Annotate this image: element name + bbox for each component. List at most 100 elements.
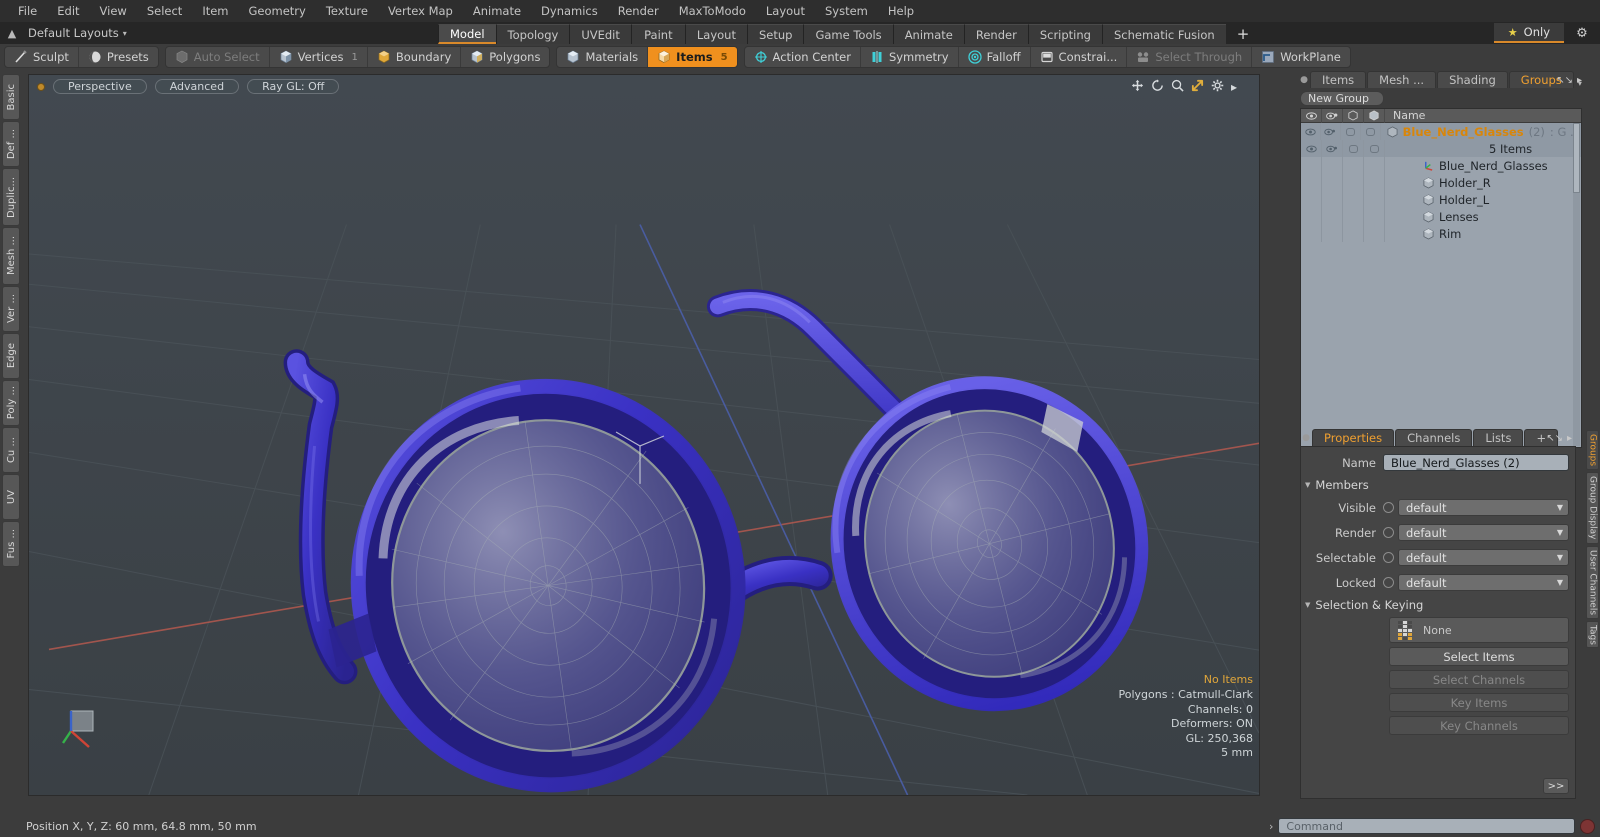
selectable-indicator[interactable]: [1383, 552, 1394, 563]
vtab-user-channels[interactable]: User Channels: [1586, 545, 1599, 619]
items-button[interactable]: Items 5: [648, 47, 737, 67]
tab-render[interactable]: Render: [963, 24, 1028, 44]
name-field[interactable]: Blue_Nerd_Glasses (2): [1383, 454, 1569, 471]
row-lock-toggle[interactable]: [1364, 174, 1385, 191]
fit-icon[interactable]: [1191, 79, 1204, 95]
viewport-shading-mode[interactable]: Advanced: [154, 79, 240, 94]
row-lock-toggle[interactable]: [1361, 123, 1381, 140]
layout-home-icon[interactable]: ▲: [0, 27, 24, 40]
row-visible-toggle[interactable]: [1301, 140, 1322, 157]
viewport-menu-dot[interactable]: [37, 82, 45, 91]
rotate-icon[interactable]: [1151, 79, 1164, 95]
vtab-group-display[interactable]: Group Display: [1586, 472, 1599, 544]
menu-item-edit[interactable]: Edit: [47, 2, 89, 20]
tool-tab-uv[interactable]: UV: [2, 474, 20, 520]
row-render-toggle[interactable]: [1322, 208, 1343, 225]
row-selectable-toggle[interactable]: [1343, 191, 1364, 208]
row-visible-toggle[interactable]: [1301, 225, 1322, 242]
tool-tab-duplicate[interactable]: Duplic...: [2, 168, 20, 226]
tab-topology[interactable]: Topology: [495, 24, 570, 44]
tool-tab-vertex[interactable]: Ver ...: [2, 286, 20, 332]
tab-shading[interactable]: Shading: [1437, 71, 1508, 88]
record-icon[interactable]: [1580, 818, 1595, 834]
tab-animate[interactable]: Animate: [892, 24, 964, 44]
locked-indicator[interactable]: [1383, 577, 1394, 588]
auto-select-button[interactable]: Auto Select: [166, 47, 270, 67]
list-item[interactable]: Blue_Nerd_Glasses: [1301, 157, 1581, 174]
visible-indicator[interactable]: [1383, 502, 1394, 513]
menu-item-view[interactable]: View: [90, 2, 137, 20]
tab-paint[interactable]: Paint: [630, 24, 685, 44]
symmetry-button[interactable]: Symmetry: [861, 47, 959, 67]
menu-item-file[interactable]: File: [8, 2, 47, 20]
properties-expand-controls[interactable]: ↖↘ ▸: [1546, 433, 1572, 444]
menu-item-system[interactable]: System: [815, 2, 878, 20]
menu-item-help[interactable]: Help: [878, 2, 924, 20]
row-lock-toggle[interactable]: [1364, 225, 1385, 242]
menu-item-item[interactable]: Item: [192, 2, 238, 20]
constraint-button[interactable]: Constrai...: [1031, 47, 1128, 67]
render-dropdown[interactable]: default ▼: [1398, 524, 1569, 541]
render-indicator[interactable]: [1383, 527, 1394, 538]
tree-item[interactable]: Rim: [1385, 227, 1461, 241]
menu-item-maxtomodo[interactable]: MaxToModo: [669, 2, 756, 20]
gear-icon[interactable]: [1211, 79, 1224, 95]
expand-icon[interactable]: ↖↘: [1546, 433, 1563, 444]
group-row-name[interactable]: Blue_Nerd_Glasses (2) : G ...: [1381, 125, 1581, 139]
tool-tab-curve[interactable]: Cu ...: [2, 427, 20, 473]
only-toggle-button[interactable]: ★ Only: [1493, 23, 1564, 43]
table-row[interactable]: 5 Items: [1301, 140, 1581, 157]
key-channels-button[interactable]: Key Channels: [1389, 716, 1569, 735]
locked-dropdown[interactable]: default ▼: [1398, 574, 1569, 591]
chevron-right-icon[interactable]: ▸: [1231, 80, 1237, 94]
selection-set-dropdown[interactable]: None: [1389, 617, 1569, 643]
tool-tab-mesh[interactable]: Mesh ...: [2, 227, 20, 285]
viewport-3d[interactable]: Perspective Advanced Ray GL: Off ▸ No It…: [28, 74, 1260, 796]
action-center-button[interactable]: Action Center: [745, 47, 861, 67]
list-item[interactable]: Lenses: [1301, 208, 1581, 225]
tree-item[interactable]: Blue_Nerd_Glasses: [1385, 159, 1548, 173]
tool-tab-polygon[interactable]: Poly ...: [2, 380, 20, 426]
tab-scripting[interactable]: Scripting: [1027, 24, 1102, 44]
tab-layout[interactable]: Layout: [684, 24, 747, 44]
viewport-raygl-toggle[interactable]: Ray GL: Off: [247, 79, 340, 94]
tree-scrollbar[interactable]: [1573, 123, 1580, 446]
row-lock-toggle[interactable]: [1364, 157, 1385, 174]
tree-item[interactable]: Holder_L: [1385, 193, 1489, 207]
workplane-button[interactable]: WorkPlane: [1252, 47, 1350, 67]
tab-mesh[interactable]: Mesh ...: [1367, 71, 1437, 88]
row-visible-toggle[interactable]: [1301, 208, 1322, 225]
layout-selector-label[interactable]: Default Layouts: [24, 26, 119, 40]
more-options-button[interactable]: >>: [1543, 778, 1569, 794]
properties-menu-dot[interactable]: ●: [1300, 430, 1312, 446]
panel-expand-controls[interactable]: ↖↘ ▸: [1556, 75, 1582, 86]
row-render-toggle[interactable]: [1322, 140, 1343, 157]
tree-item[interactable]: Holder_R: [1385, 176, 1491, 190]
presets-button[interactable]: Presets: [79, 47, 158, 67]
cube-solid-icon[interactable]: [1364, 109, 1385, 123]
row-selectable-toggle[interactable]: [1343, 174, 1364, 191]
row-selectable-toggle[interactable]: [1343, 208, 1364, 225]
tab-model[interactable]: Model: [438, 24, 496, 44]
move-icon[interactable]: [1131, 79, 1144, 95]
list-item[interactable]: Rim: [1301, 225, 1581, 242]
selection-keying-section-header[interactable]: ▼ Selection & Keying: [1305, 597, 1575, 613]
render-icon[interactable]: [1322, 109, 1343, 123]
vtab-groups[interactable]: Groups: [1586, 430, 1599, 471]
visible-dropdown[interactable]: default ▼: [1398, 499, 1569, 516]
row-selectable-toggle[interactable]: [1343, 140, 1364, 157]
list-item[interactable]: Holder_R: [1301, 174, 1581, 191]
add-tab-button[interactable]: +: [1226, 24, 1261, 44]
members-section-header[interactable]: ▼ Members: [1305, 477, 1575, 493]
select-through-button[interactable]: Select Through: [1127, 47, 1253, 67]
row-visible-toggle[interactable]: [1301, 157, 1322, 174]
key-items-button[interactable]: Key Items: [1389, 693, 1569, 712]
chevron-right-icon[interactable]: ▸: [1577, 75, 1582, 86]
sculpt-button[interactable]: Sculpt: [5, 47, 79, 67]
command-input[interactable]: Command: [1278, 818, 1575, 834]
select-items-button[interactable]: Select Items: [1389, 647, 1569, 666]
menu-item-geometry[interactable]: Geometry: [239, 2, 316, 20]
menu-item-animate[interactable]: Animate: [463, 2, 531, 20]
expand-icon[interactable]: ↖↘: [1556, 75, 1573, 86]
menu-item-render[interactable]: Render: [608, 2, 669, 20]
